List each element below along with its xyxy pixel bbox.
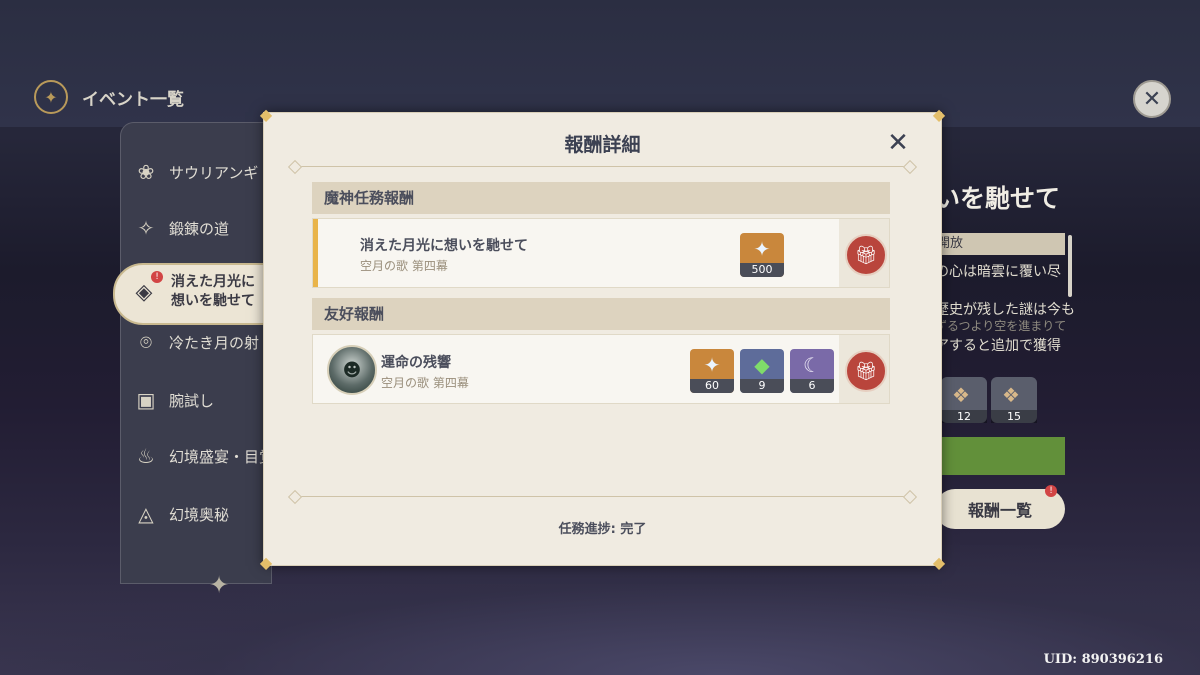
material-icon: ❖	[1002, 383, 1020, 407]
reward-count: 15	[991, 410, 1037, 423]
sidebar-item-label: サウリアンギ	[169, 163, 259, 182]
corner-ornament-icon: ◆	[259, 553, 273, 572]
sidebar-item-label: 鍛錬の道	[169, 219, 230, 238]
description-line: アすると追加で獲得	[935, 338, 1061, 354]
sidebar-item-label: 冷たき月の射	[169, 333, 260, 352]
star-badge-icon: ✧	[137, 216, 155, 240]
triangle-eye-icon: ◬	[138, 502, 154, 526]
divider-ornament	[902, 489, 918, 505]
event-header: ✦ イベント一覧	[34, 80, 184, 114]
primogem-icon: ✦	[703, 353, 721, 377]
page-title: イベント一覧	[82, 89, 184, 110]
sidebar-item-saurian[interactable]: ❀ サウリアンギ	[133, 159, 259, 185]
material-icon: ❖	[952, 383, 970, 407]
item-count: 60	[690, 379, 734, 393]
scrollbar[interactable]	[1068, 235, 1072, 297]
reward-count: 12	[941, 410, 987, 423]
row-title: 消えた月光に想いを馳せて	[360, 238, 528, 254]
description-line: の心は暗雲に覆い尽	[935, 264, 1061, 280]
event-detail-panel: いを馳せて 開放 の心は暗雲に覆い尽 歴史が残した謎は今も ずるつより空を進まり…	[935, 127, 1200, 547]
event-title: いを馳せて	[935, 184, 1061, 213]
notification-badge: !	[1045, 485, 1057, 497]
reward-item[interactable]: ✦ 500	[740, 233, 784, 277]
row-accent	[313, 219, 318, 287]
location-pin-icon: ⌾	[140, 330, 152, 354]
reward-item[interactable]: ◆ 9	[740, 349, 784, 393]
go-button[interactable]	[935, 437, 1065, 475]
row-subtitle: 空月の歌 第四幕	[381, 376, 469, 390]
row-title: 運命の残響	[381, 355, 451, 371]
sidebar-item-label: 幻境奥秘	[169, 505, 230, 524]
event-sidebar: ❀ サウリアンギ ✧ 鍛錬の道 ◈ ! 消えた月光に 想いを馳せて ⌾ 冷たき月…	[113, 122, 297, 599]
description-line: ずるつより空を進まりて	[935, 319, 1067, 333]
sidebar-item-label-line2: 想いを馳せて	[171, 293, 255, 309]
character-avatar: ☻	[327, 345, 377, 395]
sidebar-item-trial[interactable]: ▣ 腕試し	[133, 387, 214, 413]
notification-badge: !	[151, 271, 163, 283]
purple-mask-icon: ☾	[803, 353, 821, 377]
section-header: 魔神任務報酬	[312, 182, 890, 214]
item-count: 500	[740, 263, 784, 277]
modal-title: 報酬詳細	[564, 134, 641, 156]
reward-details-modal: ◆ ◆ ◆ ◆ 報酬詳細 ✕ 魔神任務報酬 消えた月光に想いを馳せて 空月の歌 …	[260, 107, 945, 571]
description-line: 歴史が残した謎は今も	[935, 302, 1075, 318]
reward-item[interactable]: ✦ 60	[690, 349, 734, 393]
sidebar-item-label: 腕試し	[169, 391, 215, 410]
divider-ornament	[287, 159, 303, 175]
compass-icon: ✦	[34, 80, 68, 114]
divider	[294, 496, 911, 497]
reward-list-button[interactable]: 報酬一覧	[935, 489, 1065, 529]
gift-icon[interactable]: 🎁︎	[845, 350, 887, 392]
gift-icon[interactable]: 🎁︎	[845, 234, 887, 276]
item-count: 9	[740, 379, 784, 393]
sparkle-icon: ✦	[208, 571, 230, 599]
flame-icon: ♨	[137, 444, 155, 468]
divider	[294, 166, 911, 167]
sidebar-item-illusion-secret[interactable]: ◬ 幻境奥秘	[133, 501, 229, 527]
reward-row: 消えた月光に想いを馳せて 空月の歌 第四幕 ✦ 500 🎁︎	[312, 218, 890, 288]
corner-ornament-icon: ◆	[932, 105, 946, 124]
divider-ornament	[287, 489, 303, 505]
sidebar-item-cold-moon[interactable]: ⌾ 冷たき月の射	[133, 329, 259, 355]
item-count: 6	[790, 379, 834, 393]
primogem-icon: ✦	[753, 237, 771, 261]
reward-item[interactable]: ❖ 12	[941, 377, 987, 423]
reward-row: ☻ 運命の残響 空月の歌 第四幕 ✦ 60 ◆ 9 ☾ 6 🎁︎	[312, 334, 890, 404]
sidebar-item-training[interactable]: ✧ 鍛錬の道	[133, 215, 229, 241]
divider-ornament	[902, 159, 918, 175]
flower-icon: ❀	[137, 160, 155, 184]
row-subtitle: 空月の歌 第四幕	[360, 259, 448, 273]
close-icon[interactable]: ✕	[1133, 80, 1171, 118]
reward-item[interactable]: ☾ 6	[790, 349, 834, 393]
uid-label: UID: 890396216	[1043, 652, 1163, 667]
section-header: 友好報酬	[312, 298, 890, 330]
quest-progress: 任務進捗: 完了	[558, 522, 647, 537]
close-icon[interactable]: ✕	[885, 130, 911, 156]
reward-item[interactable]: ❖ 15	[991, 377, 1037, 423]
sidebar-item-label-line1: 消えた月光に	[171, 274, 255, 290]
corner-ornament-icon: ◆	[932, 553, 946, 572]
corner-ornament-icon: ◆	[259, 105, 273, 124]
green-crystal-icon: ◆	[754, 353, 770, 377]
status-tag: 開放	[935, 233, 1065, 255]
cards-icon: ▣	[136, 388, 156, 412]
